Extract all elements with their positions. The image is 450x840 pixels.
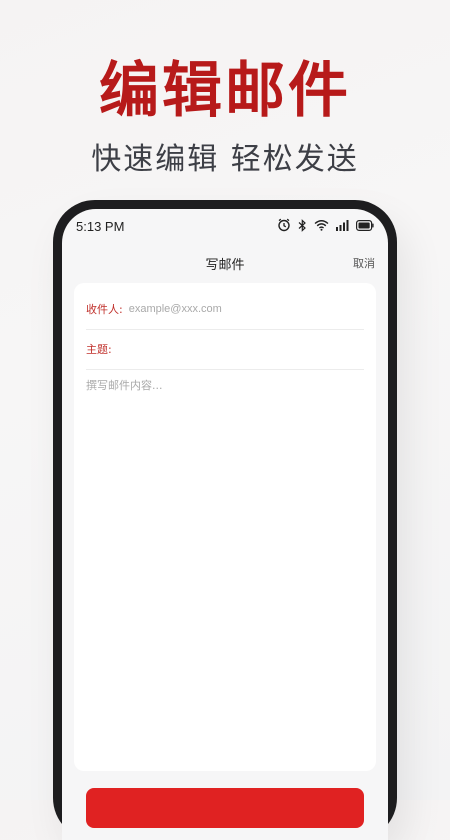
phone-screen: 5:13 PM 写邮件 取消 收件人: example@xxx.com 主题: … bbox=[62, 209, 388, 840]
body-textarea[interactable] bbox=[86, 377, 364, 759]
status-icons bbox=[277, 218, 374, 232]
phone-frame: 5:13 PM 写邮件 取消 收件人: example@xxx.com 主题: … bbox=[53, 200, 397, 840]
subject-input[interactable] bbox=[117, 343, 364, 355]
wifi-icon bbox=[314, 219, 329, 231]
recipient-row: 收件人: bbox=[86, 289, 364, 330]
recipient-input[interactable] bbox=[128, 303, 364, 315]
status-time: 5:13 PM bbox=[76, 219, 125, 234]
alarm-icon bbox=[277, 218, 291, 232]
promo-headline: 编辑邮件 bbox=[99, 56, 351, 126]
status-bar: 5:13 PM bbox=[62, 209, 388, 243]
promo-subheadline: 快速编辑 轻松发送 bbox=[91, 142, 359, 177]
battery-icon bbox=[356, 219, 374, 231]
send-button[interactable] bbox=[86, 788, 364, 828]
signal-icon bbox=[336, 219, 349, 231]
page-title: 写邮件 bbox=[205, 258, 245, 273]
bluetooth-icon bbox=[298, 218, 307, 232]
compose-header: 写邮件 取消 bbox=[62, 249, 388, 275]
recipient-label: 收件人: bbox=[86, 303, 123, 316]
cancel-button[interactable]: 取消 bbox=[353, 255, 375, 271]
subject-label: 主题: bbox=[86, 343, 112, 356]
compose-form: 收件人: 主题: bbox=[74, 283, 376, 771]
subject-row: 主题: bbox=[86, 329, 364, 370]
